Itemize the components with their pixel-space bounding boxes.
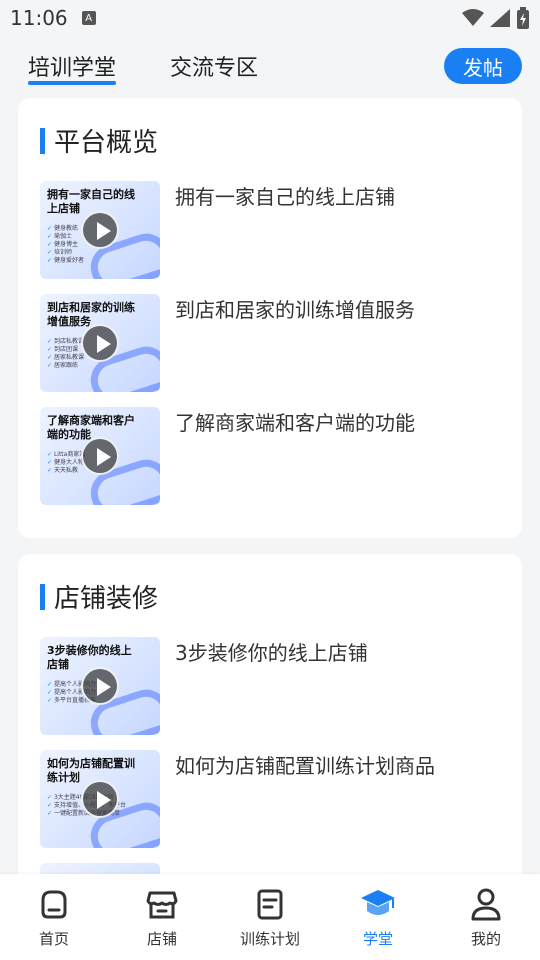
course-title[interactable]: 拥有一家自己的线上店铺	[175, 183, 395, 211]
course-item[interactable]: 了解商家端和客户端的功能 Litta商家端 健身大人物 天天私教 了解商家端和客…	[40, 407, 500, 505]
battery-icon	[517, 7, 529, 29]
thumbnail-feature: 健身大人物	[47, 459, 85, 467]
nav-item-store[interactable]: 店铺	[112, 886, 212, 949]
play-icon[interactable]	[81, 211, 119, 249]
nav-label: 训练计划	[239, 929, 300, 948]
thumbnail-features: Litta商家端 健身大人物 天天私教	[47, 451, 85, 475]
course-title[interactable]: 了解商家端和客户端的功能	[175, 409, 415, 437]
graduation-cap-icon	[361, 889, 395, 915]
course-list[interactable]: 平台概览 拥有一家自己的线上店铺 健身教练 瑜伽士 健身博主 培训师 健身爱好者…	[0, 98, 540, 874]
play-icon[interactable]	[81, 780, 119, 818]
thumbnail-feature: 瑜伽士	[47, 233, 84, 241]
nav-label: 店铺	[146, 929, 177, 948]
tab-community[interactable]: 交流专区	[170, 50, 258, 82]
play-icon[interactable]	[81, 324, 119, 362]
nav-label: 我的	[470, 929, 501, 948]
play-icon[interactable]	[81, 667, 119, 705]
section-title-text: 店铺装修	[54, 584, 159, 614]
section-card-store-decoration: 店铺装修 3步装修你的线上店铺 提高个人影响力 提高个人影响力 多平台直播获客 …	[18, 554, 522, 874]
thumbnail-feature: 健身博主	[47, 241, 84, 249]
thumbnail-features: 到店私教课 到店团课 居家私教课 居家跟练	[47, 338, 84, 370]
course-item[interactable]: 3步装修你的线上店铺 提高个人影响力 提高个人影响力 多平台直播获客 3步装修你…	[40, 637, 500, 735]
course-thumbnail[interactable]: 了解商家端和客户端的功能 Litta商家端 健身大人物 天天私教	[40, 407, 160, 505]
notification-icon: A	[81, 11, 96, 25]
nav-label: 学堂	[362, 929, 393, 948]
nav-label: 首页	[38, 929, 69, 948]
course-title[interactable]: 3步装修你的线上店铺	[175, 639, 368, 667]
section-title: 平台概览	[40, 122, 500, 159]
thumbnail-features: 健身教练 瑜伽士 健身博主 培训师 健身爱好者	[47, 225, 84, 265]
course-title[interactable]: 如何为店铺配置训练计划商品	[175, 752, 435, 780]
tab-training-school[interactable]: 培训学堂	[28, 50, 117, 85]
thumbnail-feature: Litta商家端	[47, 451, 85, 459]
thumbnail-feature: 培训师	[47, 249, 84, 257]
course-thumbnail[interactable]	[40, 863, 160, 874]
thumbnail-feature: 到店团课	[47, 346, 84, 354]
thumbnail-feature: 居家跟练	[47, 362, 84, 370]
play-icon[interactable]	[81, 437, 119, 475]
thumbnail-feature: 天天私教	[47, 467, 85, 475]
thumbnail-feature: 到店私教课	[47, 338, 84, 346]
status-time: 11:06	[10, 6, 68, 30]
section-marker	[40, 583, 45, 610]
signal-icon	[490, 9, 510, 27]
thumbnail-feature: 居家私教课	[47, 354, 84, 362]
section-marker	[40, 127, 45, 154]
course-item[interactable]: 如何为店铺配置训练计划 3大主题49款训练计划 支持增值、小程序、多平台 一键配…	[40, 750, 500, 848]
bottom-nav: 首页 店铺 训练计划 学堂 我的	[0, 874, 540, 960]
nav-item-home[interactable]: 首页	[4, 886, 104, 949]
section-title: 店铺装修	[40, 578, 500, 615]
course-item[interactable]: 拥有一家自己的线上店铺 健身教练 瑜伽士 健身博主 培训师 健身爱好者 拥有一家…	[40, 181, 500, 279]
nav-item-school[interactable]: 学堂	[328, 886, 428, 949]
wifi-icon	[462, 9, 484, 26]
plan-icon	[257, 889, 283, 919]
section-card-platform: 平台概览 拥有一家自己的线上店铺 健身教练 瑜伽士 健身博主 培训师 健身爱好者…	[18, 98, 522, 538]
store-icon	[146, 891, 178, 918]
course-title[interactable]: 到店和居家的训练增值服务	[175, 296, 415, 324]
nav-item-training-plan[interactable]: 训练计划	[220, 886, 320, 949]
thumbnail-feature: 健身教练	[47, 225, 84, 233]
thumbnail-feature: 健身爱好者	[47, 257, 84, 265]
home-icon	[41, 890, 67, 918]
course-thumbnail[interactable]: 如何为店铺配置训练计划 3大主题49款训练计划 支持增值、小程序、多平台 一键配…	[40, 750, 160, 848]
course-thumbnail[interactable]: 拥有一家自己的线上店铺 健身教练 瑜伽士 健身博主 培训师 健身爱好者	[40, 181, 160, 279]
course-item[interactable]: 到店和居家的训练增值服务 到店私教课 到店团课 居家私教课 居家跟练 到店和居家…	[40, 294, 500, 392]
course-thumbnail[interactable]: 到店和居家的训练增值服务 到店私教课 到店团课 居家私教课 居家跟练	[40, 294, 160, 392]
person-icon	[471, 888, 501, 920]
course-item-partial[interactable]	[40, 863, 500, 874]
post-button[interactable]: 发帖	[444, 48, 522, 84]
section-title-text: 平台概览	[54, 128, 159, 158]
status-bar: 11:06 A	[0, 0, 540, 36]
top-tabs: 培训学堂 交流专区 发帖	[0, 36, 540, 96]
nav-item-me[interactable]: 我的	[436, 886, 536, 949]
course-thumbnail[interactable]: 3步装修你的线上店铺 提高个人影响力 提高个人影响力 多平台直播获客	[40, 637, 160, 735]
